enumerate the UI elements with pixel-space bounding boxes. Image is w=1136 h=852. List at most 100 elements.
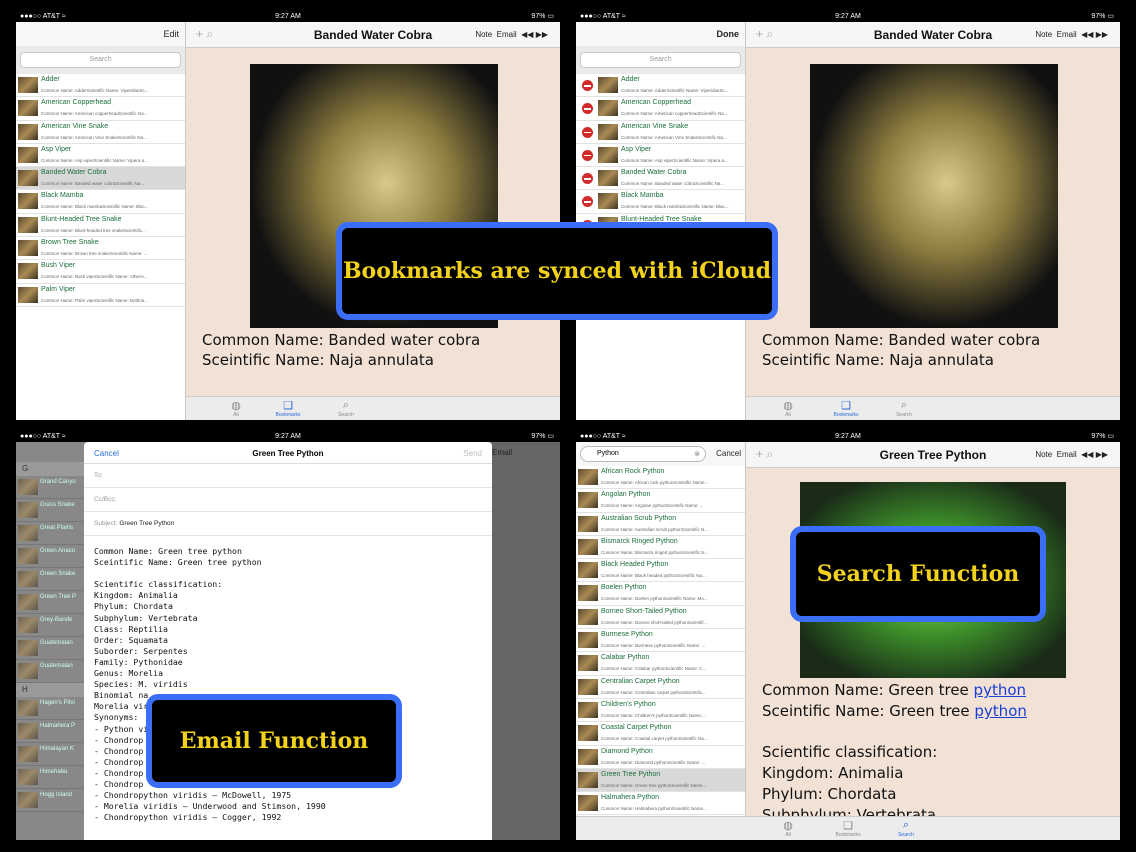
snake-thumbnail: [598, 193, 618, 210]
list-item[interactable]: Black Mamba Common Name: Black mambaScien…: [16, 190, 185, 214]
list-item[interactable]: Halmahera Python Common Name: Halmahera p…: [576, 792, 745, 816]
item-subtitle: Common Name: African rock pythonScientif…: [601, 480, 709, 485]
snake-thumbnail: [18, 548, 38, 564]
snake-thumbnail: [18, 571, 38, 587]
list-item[interactable]: Centralian Carpet Python Common Name: Cen…: [576, 675, 745, 699]
cc-bcc-field[interactable]: Cc/Bcc:: [84, 488, 492, 512]
rewind-icon[interactable]: ◀◀: [521, 30, 533, 39]
globe-icon: ◍: [231, 400, 241, 412]
tab-all[interactable]: ◍ All: [216, 399, 256, 418]
list-item[interactable]: Adder Common Name: AdderScientific Name: …: [576, 74, 745, 98]
list-item[interactable]: Asp Viper Common Name: Asp viperScientifi…: [576, 143, 745, 168]
email-body[interactable]: Common Name: Green tree python Sceintifi…: [84, 536, 492, 833]
list-item[interactable]: Calabar Python Common Name: Calabar pytho…: [576, 652, 745, 676]
snake-thumbnail: [18, 170, 38, 187]
tab-search[interactable]: ⌕ Search: [884, 399, 924, 418]
list-item[interactable]: Coastal Carpet Python Common Name: Coasta…: [576, 722, 745, 746]
snake-thumbnail: [578, 748, 598, 765]
tab-all[interactable]: ◍ All: [768, 399, 808, 418]
item-subtitle: Common Name: Green tree pythonScientific…: [601, 782, 707, 788]
delete-icon[interactable]: [582, 103, 593, 115]
detail-navbar: + ⌕ Banded Water Cobra Note Email ◀◀ ▶▶: [186, 22, 560, 48]
email-button[interactable]: Email: [1057, 30, 1077, 39]
common-name: Common Name: Banded water cobra: [202, 331, 481, 349]
note-button[interactable]: Note: [1035, 450, 1052, 459]
done-button[interactable]: Done: [717, 29, 740, 39]
delete-icon[interactable]: [582, 196, 593, 208]
item-title: Banded Water Cobra: [41, 169, 107, 177]
python-link[interactable]: python: [974, 702, 1026, 720]
snake-thumbnail: [578, 771, 598, 788]
search-input[interactable]: Search: [20, 52, 181, 68]
delete-icon[interactable]: [582, 126, 593, 138]
tab-bookmarks[interactable]: ❑ Bookmarks: [828, 819, 868, 838]
list-item: Hogg Island: [16, 789, 86, 812]
tab-bookmarks[interactable]: ❑ Bookmarks: [268, 399, 308, 418]
list-item[interactable]: Black Headed Python Common Name: Black he…: [576, 559, 745, 583]
to-field[interactable]: To:: [84, 464, 492, 488]
tab-search[interactable]: ⌕ Search: [886, 819, 926, 838]
list-item[interactable]: Blunt-Headed Tree Snake Common Name: Blun…: [16, 213, 185, 238]
list-item[interactable]: Australian Scrub Python Common Name: Aust…: [576, 512, 745, 536]
list-item: Guatemalan: [16, 660, 86, 683]
item-title: Palm Viper: [41, 285, 76, 293]
list-item[interactable]: Children's Python Common Name: Children's…: [576, 698, 745, 723]
snake-thumbnail: [598, 100, 618, 117]
list-item[interactable]: Green Tree Python Common Name: Green tree…: [576, 768, 745, 793]
item-subtitle: Common Name: American Vine SnakeScientif…: [41, 134, 147, 140]
list-item[interactable]: American Copperhead Common Name: American…: [16, 97, 185, 121]
item-subtitle: Common Name: American Vine SnakeScientif…: [621, 134, 727, 140]
item-title: Children's Python: [601, 700, 656, 708]
list-item[interactable]: Borneo Short-Tailed Python Common Name: B…: [576, 605, 745, 630]
note-button[interactable]: Note: [1035, 30, 1052, 39]
snake-thumbnail: [578, 725, 598, 742]
list-item[interactable]: American Copperhead Common Name: American…: [576, 97, 745, 121]
sidebar: Python ⊗ Cancel African Rock Python Common …: [576, 442, 746, 840]
forward-icon[interactable]: ▶▶: [1096, 30, 1108, 39]
tab-all[interactable]: ◍ All: [768, 819, 808, 838]
email-button[interactable]: Email: [497, 30, 517, 39]
list-item[interactable]: Palm Viper Common Name: Palm viperScienti…: [16, 283, 185, 307]
search-input[interactable]: Python ⊗: [580, 446, 706, 462]
forward-icon[interactable]: ▶▶: [536, 30, 548, 39]
list-item[interactable]: Boelen Python Common Name: Boelen pythonS…: [576, 582, 745, 606]
rewind-icon[interactable]: ◀◀: [1081, 30, 1093, 39]
cancel-button[interactable]: Cancel: [716, 449, 741, 458]
email-button[interactable]: Email: [1057, 450, 1077, 459]
battery-indicator: 97% ▭: [531, 13, 554, 20]
list-item[interactable]: Diamond Python Common Name: Diamond pytho…: [576, 745, 745, 769]
list-item[interactable]: Brown Tree Snake Common Name: Brown tree …: [16, 237, 185, 261]
item-subtitle: Common Name: AdderScientific Name: Viper…: [621, 88, 729, 93]
list-item[interactable]: Asp Viper Common Name: Asp viperScientifi…: [16, 143, 185, 168]
subject-field[interactable]: Subject: Green Tree Python: [84, 512, 492, 536]
list-item[interactable]: Adder Common Name: AdderScientific Name: …: [16, 74, 185, 98]
list-item[interactable]: American Vine Snake Common Name: American…: [16, 120, 185, 144]
list-item[interactable]: Angolan Python Common Name: Angolan pytho…: [576, 489, 745, 513]
list-item[interactable]: American Vine Snake Common Name: American…: [576, 120, 745, 144]
delete-icon[interactable]: [582, 173, 593, 185]
snake-thumbnail: [18, 193, 38, 210]
search-input[interactable]: Search: [580, 52, 741, 68]
tab-search[interactable]: ⌕ Search: [326, 399, 366, 418]
scientific-name: Sceintific Name: Naja annulata: [762, 351, 994, 369]
list-item[interactable]: Bismarck Ringed Python Common Name: Bisma…: [576, 535, 745, 560]
note-button[interactable]: Note: [475, 30, 492, 39]
item-subtitle: Common Name: American copperheadScientif…: [621, 111, 728, 117]
list-item[interactable]: Banded Water Cobra Common Name: Banded wa…: [576, 167, 745, 191]
list-item: Himalayan K: [16, 743, 86, 766]
list-item[interactable]: Black Mamba Common Name: Black mambaScien…: [576, 190, 745, 214]
list-item[interactable]: Burmese Python Common Name: Burmese pytho…: [576, 629, 745, 653]
list-item[interactable]: Bush Viper Common Name: Bush viperScienti…: [16, 260, 185, 284]
python-link[interactable]: python: [974, 681, 1026, 699]
delete-icon[interactable]: [582, 149, 593, 161]
clear-icon[interactable]: ⊗: [694, 450, 700, 458]
send-button[interactable]: Send: [463, 449, 482, 458]
item-subtitle: Common Name: Borneo short-tailed pythonS…: [601, 619, 708, 625]
list-item[interactable]: Banded Water Cobra Common Name: Banded wa…: [16, 167, 185, 191]
delete-icon[interactable]: [582, 80, 593, 91]
item-title: Adder: [41, 76, 60, 83]
item-title: Boelen Python: [601, 584, 647, 592]
edit-button[interactable]: Edit: [163, 29, 179, 39]
tab-bookmarks[interactable]: ❑ Bookmarks: [826, 399, 866, 418]
list-item[interactable]: African Rock Python Common Name: African …: [576, 466, 745, 490]
